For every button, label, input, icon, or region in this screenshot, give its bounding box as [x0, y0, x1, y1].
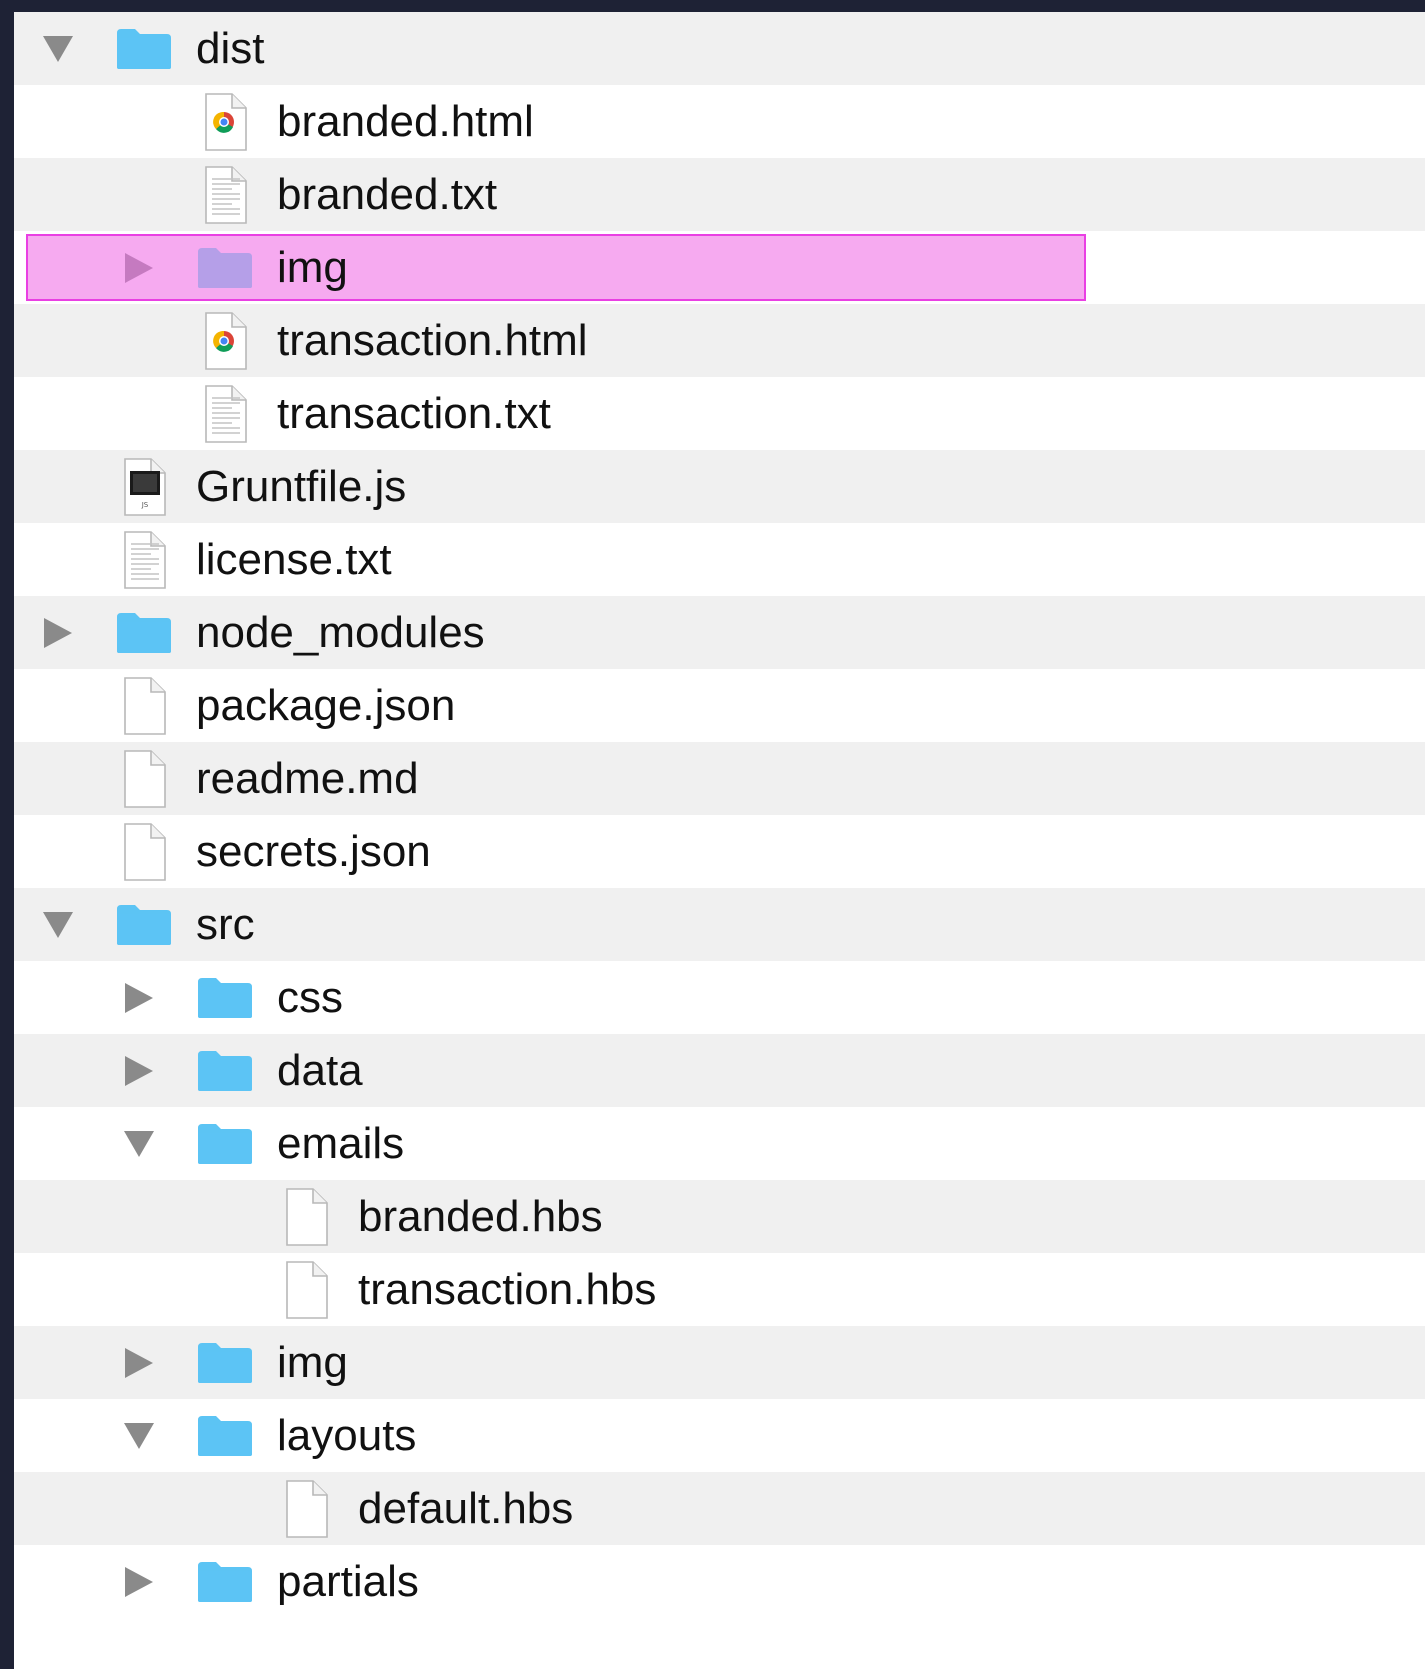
- folder-icon: [114, 596, 174, 669]
- disclosure-collapsed-icon[interactable]: [119, 231, 159, 304]
- tree-item-label: data: [277, 1046, 363, 1095]
- folder-icon: [195, 1545, 255, 1618]
- tree-row-folder[interactable]: css: [14, 961, 1425, 1034]
- tree-item-label: branded.txt: [277, 170, 498, 219]
- tree-item-label: branded.html: [277, 97, 534, 146]
- tree-row-file[interactable]: JS Gruntfile.js: [14, 450, 1425, 523]
- tree-item-label: layouts: [277, 1411, 417, 1460]
- tree-item-label: transaction.txt: [277, 389, 551, 438]
- tree-item-label: transaction.hbs: [358, 1265, 657, 1314]
- tree-item-label: src: [196, 900, 255, 949]
- folder-icon: [195, 1107, 255, 1180]
- blank-file-icon: [276, 1180, 336, 1253]
- tree-row-file[interactable]: license.txt: [14, 523, 1425, 596]
- disclosure-collapsed-icon[interactable]: [119, 1034, 159, 1107]
- blank-file-icon: [114, 742, 174, 815]
- disclosure-collapsed-icon[interactable]: [119, 1326, 159, 1399]
- tree-row-file[interactable]: readme.md: [14, 742, 1425, 815]
- folder-icon: [195, 231, 255, 304]
- folder-icon: [195, 1326, 255, 1399]
- tree-row-file[interactable]: default.hbs: [14, 1472, 1425, 1545]
- tree-item-label: transaction.html: [277, 316, 588, 365]
- tree-row-file[interactable]: transaction.html: [14, 304, 1425, 377]
- blank-file-icon: [276, 1253, 336, 1326]
- tree-item-label: img: [277, 1338, 348, 1387]
- tree-row-folder[interactable]: img: [14, 231, 1425, 304]
- tree-row-folder[interactable]: node_modules: [14, 596, 1425, 669]
- tree-row-file[interactable]: package.json: [14, 669, 1425, 742]
- folder-icon: [195, 961, 255, 1034]
- tree-item-label: dist: [196, 24, 265, 73]
- tree-item-label: Gruntfile.js: [196, 462, 407, 511]
- tree-item-label: license.txt: [196, 535, 392, 584]
- tree-item-label: package.json: [196, 681, 456, 730]
- tree-row-file[interactable]: branded.txt: [14, 158, 1425, 231]
- tree-item-label: img: [277, 243, 348, 292]
- tree-row-file[interactable]: transaction.hbs: [14, 1253, 1425, 1326]
- tree-item-label: default.hbs: [358, 1484, 574, 1533]
- folder-icon: [114, 12, 174, 85]
- disclosure-collapsed-icon[interactable]: [119, 961, 159, 1034]
- tree-row-folder[interactable]: partials: [14, 1545, 1425, 1618]
- text-file-icon: [195, 377, 255, 450]
- tree-row-file[interactable]: branded.hbs: [14, 1180, 1425, 1253]
- svg-text:JS: JS: [141, 501, 149, 509]
- tree-item-label: emails: [277, 1119, 405, 1168]
- text-file-icon: [114, 523, 174, 596]
- blank-file-icon: [114, 669, 174, 742]
- tree-row-file[interactable]: branded.html: [14, 85, 1425, 158]
- blank-file-icon: [276, 1472, 336, 1545]
- tree-row-folder[interactable]: emails: [14, 1107, 1425, 1180]
- disclosure-collapsed-icon[interactable]: [38, 596, 78, 669]
- folder-icon: [195, 1034, 255, 1107]
- tree-item-label: readme.md: [196, 754, 419, 803]
- disclosure-collapsed-icon[interactable]: [119, 1545, 159, 1618]
- chrome-html-file-icon: [195, 304, 255, 377]
- js-file-icon: JS: [114, 450, 174, 523]
- tree-row-file[interactable]: secrets.json: [14, 815, 1425, 888]
- folder-icon: [114, 888, 174, 961]
- tree-item-label: secrets.json: [196, 827, 431, 876]
- disclosure-expanded-icon[interactable]: [119, 1399, 159, 1472]
- disclosure-expanded-icon[interactable]: [38, 12, 78, 85]
- tree-row-folder[interactable]: dist: [14, 12, 1425, 85]
- disclosure-expanded-icon[interactable]: [38, 888, 78, 961]
- tree-row-folder[interactable]: img: [14, 1326, 1425, 1399]
- tree-item-label: css: [277, 973, 343, 1022]
- folder-icon: [195, 1399, 255, 1472]
- tree-item-label: branded.hbs: [358, 1192, 603, 1241]
- tree-row-folder[interactable]: layouts: [14, 1399, 1425, 1472]
- blank-file-icon: [114, 815, 174, 888]
- tree-item-label: node_modules: [196, 608, 485, 657]
- tree-row-folder[interactable]: data: [14, 1034, 1425, 1107]
- tree-item-label: partials: [277, 1557, 419, 1606]
- text-file-icon: [195, 158, 255, 231]
- chrome-html-file-icon: [195, 85, 255, 158]
- disclosure-expanded-icon[interactable]: [119, 1107, 159, 1180]
- file-tree: dist branded.html branded.txt img transactio…: [14, 12, 1425, 1618]
- file-tree-panel: dist branded.html branded.txt img transactio…: [14, 12, 1425, 1669]
- tree-row-file[interactable]: transaction.txt: [14, 377, 1425, 450]
- tree-row-folder[interactable]: src: [14, 888, 1425, 961]
